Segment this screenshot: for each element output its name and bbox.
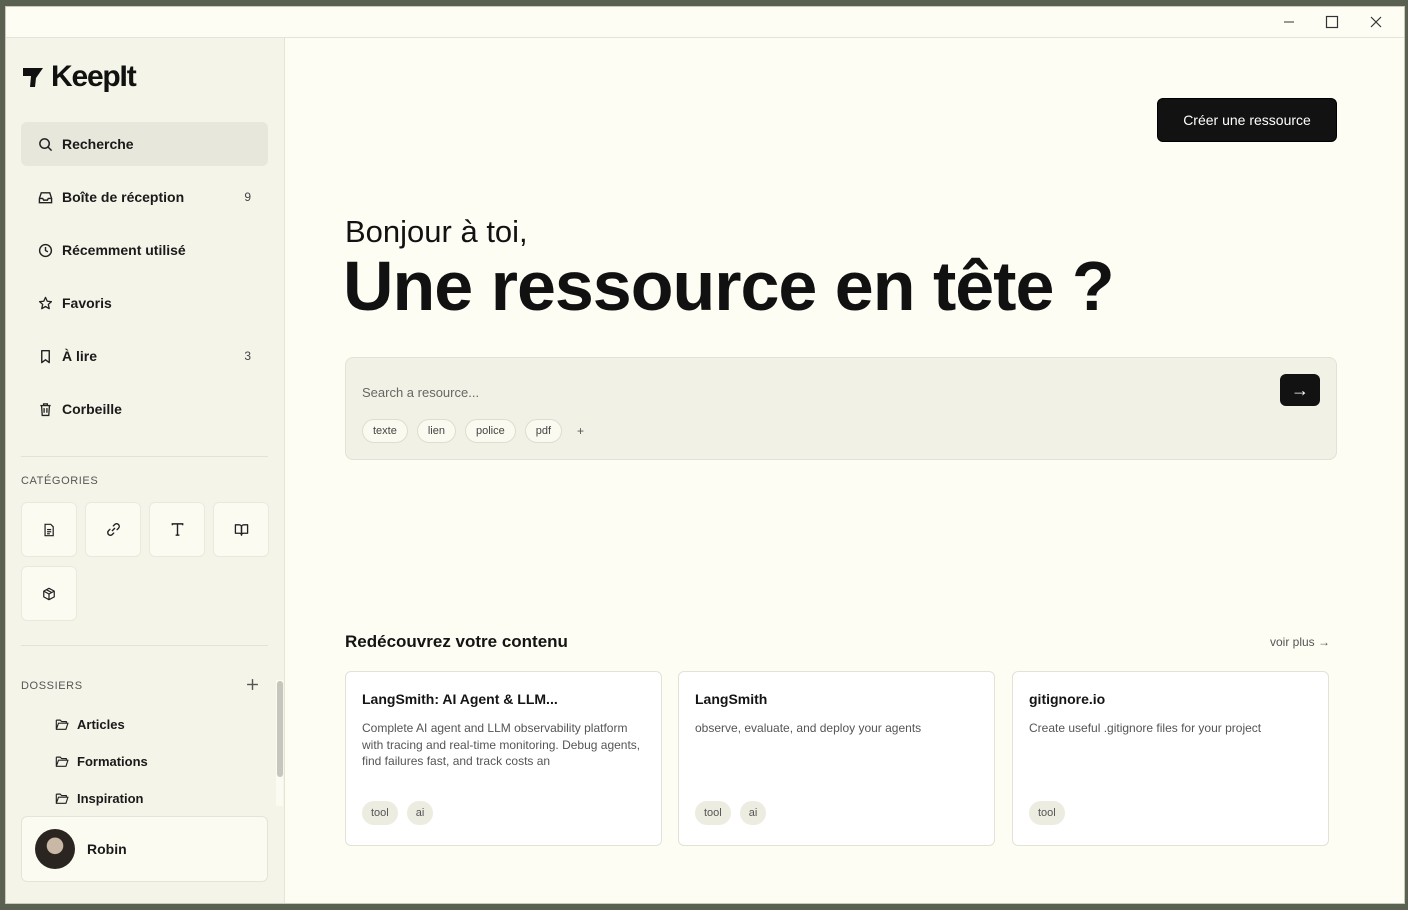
inbox-icon [38, 191, 53, 203]
chip-pdf[interactable]: pdf [524, 419, 563, 443]
card-title: LangSmith [695, 691, 768, 707]
avatar [35, 829, 75, 869]
category-document[interactable] [21, 502, 77, 557]
document-icon [44, 523, 54, 536]
title-bar [6, 7, 1404, 38]
resource-card[interactable]: LangSmith observe, evaluate, and deploy … [678, 671, 995, 846]
folder-item-inspiration[interactable]: Inspiration [55, 791, 143, 806]
nav-label: Récemment utilisé [62, 242, 186, 258]
book-icon [234, 524, 248, 536]
maximize-icon [1325, 15, 1339, 29]
card-title: gitignore.io [1029, 691, 1106, 707]
category-package[interactable] [21, 566, 77, 621]
close-icon [1370, 16, 1382, 28]
headline-after: en tête ? [816, 247, 1115, 325]
close-button[interactable] [1354, 7, 1398, 37]
resource-card[interactable]: LangSmith: AI Agent & LLM... Complete AI… [345, 671, 662, 846]
folder-label: Articles [77, 717, 125, 732]
main-content: Créer une ressource Bonjour à toi, Une r… [285, 38, 1404, 903]
tag[interactable]: ai [739, 801, 767, 825]
minimize-icon [1284, 21, 1294, 23]
nav-label: Boîte de réception [62, 189, 185, 205]
tag[interactable]: tool [695, 801, 731, 825]
card-title: LangSmith: AI Agent & LLM... [362, 691, 558, 707]
chip-lien[interactable]: lien [416, 419, 456, 443]
categories-label: CATÉGORIES [21, 475, 99, 487]
folders-scrollbar-thumb[interactable] [277, 681, 283, 777]
category-link[interactable] [85, 502, 141, 557]
logo-mark-icon [23, 68, 43, 87]
clock-icon [38, 243, 53, 257]
nav-item-inbox[interactable]: Boîte de réception 9 [21, 175, 268, 219]
folder-icon [55, 793, 69, 804]
folder-icon [55, 719, 69, 730]
category-text[interactable] [149, 502, 205, 557]
nav-label: Recherche [62, 136, 134, 152]
sidebar-divider [21, 456, 268, 457]
create-resource-button[interactable]: Créer une ressource [1157, 98, 1337, 142]
text-icon [171, 523, 183, 536]
inbox-count-badge: 9 [244, 190, 251, 204]
search-submit-button[interactable]: → [1280, 374, 1320, 406]
to-read-count-badge: 3 [244, 349, 251, 363]
app-window: KeepIt Recherche Boîte de réception 9 Ré… [5, 6, 1405, 904]
star-icon [38, 296, 53, 309]
greeting: Bonjour à toi, [345, 214, 528, 249]
headline-before: Une [343, 247, 491, 325]
folder-item-articles[interactable]: Articles [55, 717, 125, 732]
search-input[interactable] [362, 380, 1242, 404]
category-book[interactable] [213, 502, 269, 557]
folder-icon [55, 756, 69, 767]
add-folder-button[interactable] [246, 678, 259, 696]
bookmark-icon [41, 349, 50, 363]
card-description: observe, evaluate, and deploy your agent… [695, 721, 922, 735]
tag[interactable]: ai [406, 801, 434, 825]
card-tags: tool ai [695, 801, 767, 825]
folder-label: Formations [77, 754, 148, 769]
nav-item-trash[interactable]: Corbeille [21, 387, 268, 431]
chip-texte[interactable]: texte [362, 419, 408, 443]
user-name: Robin [87, 841, 127, 857]
nav-item-recent[interactable]: Récemment utilisé [21, 228, 268, 272]
search-filter-chips: texte lien police pdf + [362, 419, 584, 443]
folder-item-formations[interactable]: Formations [55, 754, 148, 769]
sidebar-divider [21, 645, 268, 646]
folders-label: DOSSIERS [21, 680, 83, 692]
nav-label: Corbeille [62, 401, 122, 417]
search-icon [39, 137, 53, 151]
maximize-button[interactable] [1310, 7, 1354, 37]
see-more-link[interactable]: voir plus → [1270, 635, 1330, 649]
add-chip-button[interactable]: + [577, 424, 584, 438]
nav-item-search[interactable]: Recherche [21, 122, 268, 166]
trash-icon [40, 402, 51, 416]
chip-police[interactable]: police [464, 419, 516, 443]
nav-label: À lire [62, 348, 98, 364]
plus-icon [247, 679, 258, 690]
page-headline: Une ressource en tête ? [343, 246, 1115, 326]
folder-label: Inspiration [77, 791, 144, 806]
logo-text: KeepIt [51, 60, 137, 93]
rediscover-title: Redécouvrez votre contenu [345, 632, 568, 651]
card-description: Create useful .gitignore files for your … [1029, 721, 1262, 735]
tag[interactable]: tool [362, 801, 398, 825]
nav-item-to-read[interactable]: À lire 3 [21, 334, 268, 378]
link-icon [106, 523, 120, 536]
nav-label: Favoris [62, 295, 112, 311]
tag[interactable]: tool [1029, 801, 1065, 825]
card-description: Complete AI agent and LLM observability … [362, 721, 641, 768]
app-logo[interactable]: KeepIt [21, 60, 137, 94]
user-profile[interactable]: Robin [21, 816, 268, 882]
folders-list[interactable]: Articles Formations Inspiration [6, 708, 285, 806]
resource-card[interactable]: gitignore.io Create useful .gitignore fi… [1012, 671, 1329, 846]
sidebar: KeepIt Recherche Boîte de réception 9 Ré… [6, 38, 285, 903]
card-tags: tool [1029, 801, 1065, 825]
card-tags: tool ai [362, 801, 434, 825]
nav-item-favorites[interactable]: Favoris [21, 281, 268, 325]
package-icon [43, 587, 55, 600]
headline-bold: ressource [490, 247, 818, 325]
search-box: → texte lien police pdf + [345, 357, 1337, 460]
minimize-button[interactable] [1267, 7, 1311, 37]
